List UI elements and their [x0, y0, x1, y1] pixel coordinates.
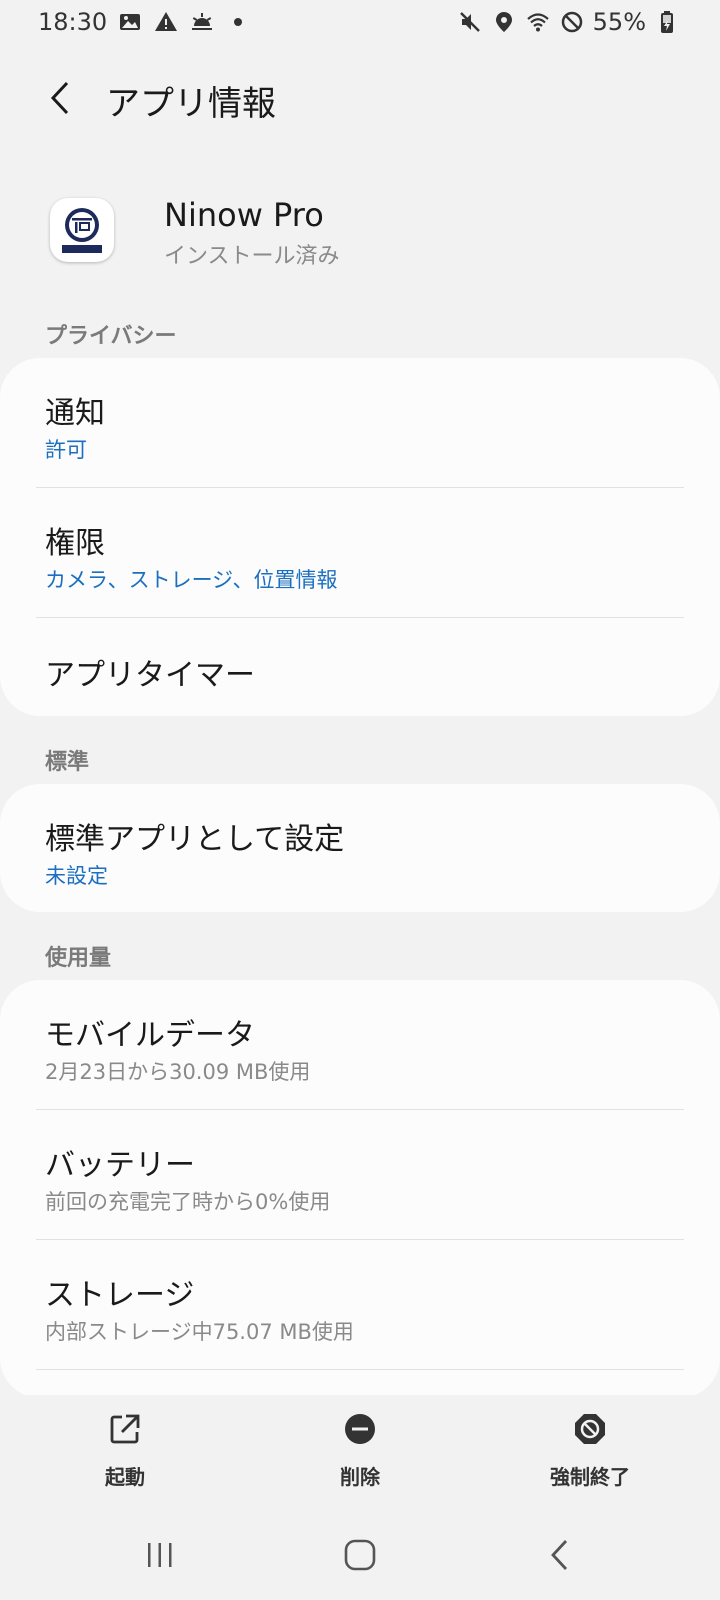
- row-title: 通知: [45, 396, 105, 431]
- row-subtitle: カメラ、ストレージ、位置情報: [45, 568, 338, 592]
- battery-row[interactable]: バッテリー 前回の充電完了時から0%使用: [0, 1110, 720, 1240]
- row-subtitle: 内部ストレージ中75.07 MB使用: [45, 1320, 354, 1344]
- status-bar: 18:30 55%: [0, 0, 720, 46]
- set-as-default-row[interactable]: 標準アプリとして設定 未設定: [0, 784, 720, 912]
- status-left: 18:30: [38, 8, 251, 36]
- home-button[interactable]: [330, 1530, 390, 1580]
- ninow-logo-icon: [62, 208, 102, 253]
- app-identity: Ninow Pro インストール済み: [0, 190, 720, 300]
- default-card: 標準アプリとして設定 未設定: [0, 784, 720, 912]
- app-name: Ninow Pro: [164, 196, 324, 234]
- row-title: 標準アプリとして設定: [45, 822, 345, 857]
- chevron-left-icon: [50, 81, 69, 115]
- status-right: 55%: [457, 8, 680, 36]
- wifi-icon: [525, 9, 551, 35]
- app-timer-row[interactable]: アプリタイマー: [0, 618, 720, 716]
- row-subtitle: 許可: [45, 438, 87, 462]
- storage-row[interactable]: ストレージ 内部ストレージ中75.07 MB使用: [0, 1240, 720, 1370]
- row-subtitle: 前回の充電完了時から0%使用: [45, 1190, 331, 1214]
- app-install-status: インストール済み: [164, 244, 340, 269]
- weather-icon: [189, 9, 215, 35]
- row-title: 権限: [45, 526, 105, 561]
- row-title: ストレージ: [45, 1278, 195, 1313]
- row-title: バッテリー: [45, 1148, 195, 1183]
- open-external-icon: [105, 1409, 145, 1449]
- recent-apps-button[interactable]: [130, 1530, 190, 1580]
- row-title: アプリタイマー: [45, 658, 255, 693]
- recent-apps-icon: [148, 1543, 172, 1567]
- row-subtitle: 未設定: [45, 864, 108, 888]
- nav-back-button[interactable]: [530, 1530, 590, 1580]
- system-nav-bar: [0, 1510, 720, 1600]
- dot-icon: [225, 9, 251, 35]
- remove-icon: [340, 1409, 380, 1449]
- uninstall-button[interactable]: 削除: [280, 1395, 440, 1495]
- image-icon: [117, 9, 143, 35]
- app-icon: [50, 198, 114, 262]
- action-bar: 起動 削除 強制終了: [0, 1395, 720, 1505]
- row-subtitle: 2月23日から30.09 MB使用: [45, 1060, 311, 1084]
- section-label-default: 標準: [45, 750, 90, 775]
- battery-charging-icon: [654, 9, 680, 35]
- location-icon: [491, 9, 517, 35]
- open-label: 起動: [105, 1465, 145, 1489]
- row-title: モバイルデータ: [45, 1018, 255, 1053]
- notifications-row[interactable]: 通知 許可: [0, 358, 720, 488]
- back-button[interactable]: [38, 76, 82, 120]
- privacy-card: 通知 許可 権限 カメラ、ストレージ、位置情報 アプリタイマー: [0, 358, 720, 716]
- battery-percent: 55%: [592, 8, 646, 36]
- permissions-row[interactable]: 権限 カメラ、ストレージ、位置情報: [0, 488, 720, 618]
- force-stop-label: 強制終了: [550, 1465, 630, 1489]
- force-stop-button[interactable]: 強制終了: [510, 1395, 670, 1495]
- page-title: アプリ情報: [106, 84, 276, 124]
- section-label-privacy: プライバシー: [45, 324, 177, 349]
- mute-icon: [457, 9, 483, 35]
- home-icon: [344, 1539, 376, 1571]
- usage-card: モバイルデータ 2月23日から30.09 MB使用 バッテリー 前回の充電完了時…: [0, 980, 720, 1398]
- open-button[interactable]: 起動: [45, 1395, 205, 1495]
- divider: [36, 1369, 684, 1370]
- section-label-usage: 使用量: [45, 946, 112, 971]
- warning-icon: [153, 9, 179, 35]
- mobile-data-row[interactable]: モバイルデータ 2月23日から30.09 MB使用: [0, 980, 720, 1110]
- app-bar: アプリ情報: [0, 60, 720, 140]
- force-stop-icon: [570, 1409, 610, 1449]
- uninstall-label: 削除: [340, 1465, 380, 1489]
- do-not-disturb-icon: [559, 9, 585, 35]
- back-icon: [551, 1540, 568, 1570]
- status-time: 18:30: [38, 8, 108, 36]
